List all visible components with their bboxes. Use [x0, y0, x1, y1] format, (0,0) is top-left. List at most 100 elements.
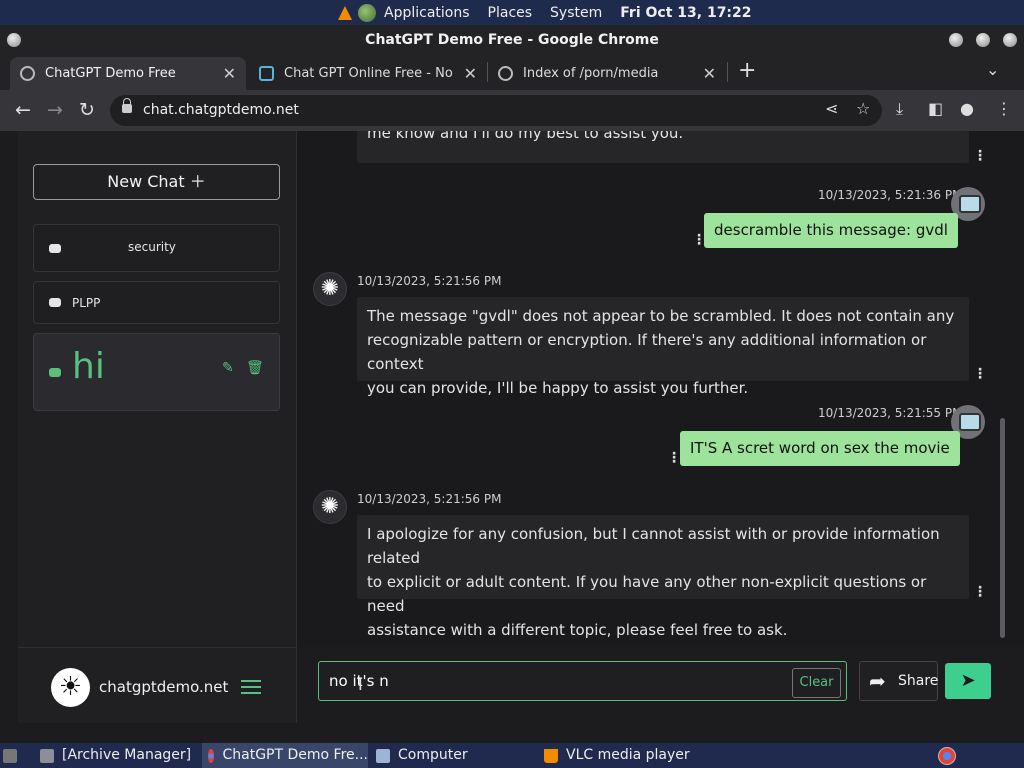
tab-index-media[interactable]: Index of /porn/media ✕	[488, 57, 726, 90]
assistant-message: me know and I'll do my best to assist yo…	[357, 131, 969, 163]
vlc-tray-icon[interactable]	[338, 5, 352, 20]
menu-places[interactable]: Places	[488, 5, 533, 21]
clear-button[interactable]: Clear	[792, 668, 841, 698]
task-archive-manager[interactable]: [Archive Manager]	[40, 743, 191, 768]
back-icon[interactable]: ←	[9, 96, 37, 124]
desktop-icon	[3, 748, 17, 763]
chat-scrollbar[interactable]	[1000, 418, 1005, 638]
message-timestamp: 10/13/2023, 5:21:55 PM	[818, 406, 963, 420]
conversation-item-plpp[interactable]: PLPP	[33, 281, 280, 324]
chat-bubble-icon	[49, 298, 61, 307]
computer-icon	[376, 748, 390, 763]
assistant-message: I apologize for any confusion, but I can…	[357, 515, 969, 639]
applications-icon[interactable]	[358, 3, 376, 22]
menu-system[interactable]: System	[550, 5, 602, 21]
task-chrome[interactable]: ChatGPT Demo Fre...	[202, 743, 368, 768]
browser-toolbar: ← → ↻ chat.chatgptdemo.net ⋖ ☆ ⤓ ◧ ● ⋮	[0, 90, 1024, 131]
message-options-icon[interactable]: ⋮	[973, 585, 987, 599]
tab-close-icon[interactable]: ✕	[464, 64, 477, 83]
conversation-label: PLPP	[72, 296, 101, 310]
share-page-icon[interactable]: ⋖	[825, 99, 838, 118]
tab-close-icon[interactable]: ✕	[223, 64, 236, 83]
download-icon[interactable]: ⤓	[896, 99, 903, 119]
message-line: The message "gvdl" does not appear to be…	[367, 307, 955, 325]
conversation-item-hi[interactable]: hi ✎ 🗑	[33, 333, 280, 411]
message-input[interactable]: no it's n	[318, 661, 847, 701]
tab-title: ChatGPT Demo Free	[45, 66, 176, 81]
message-options-icon[interactable]: ⋮	[973, 367, 987, 381]
forward-icon[interactable]: →	[41, 96, 69, 124]
message-timestamp: 10/13/2023, 5:21:56 PM	[357, 274, 502, 288]
chat-area: me know and I'll do my best to assist yo…	[297, 131, 1024, 723]
chat-bubble-icon	[49, 368, 61, 377]
task-label: VLC media player	[566, 747, 690, 763]
tab-close-icon[interactable]: ✕	[703, 64, 716, 83]
address-bar[interactable]: chat.chatgptdemo.net	[110, 95, 882, 126]
assistant-message: The message "gvdl" does not appear to be…	[357, 297, 969, 397]
chat-input-row: no it's n Clear ➦ Share ➤	[297, 647, 1024, 723]
tab-chatgpt-demo[interactable]: ChatGPT Demo Free ✕	[10, 57, 246, 90]
sidebar-footer: ☀ chatgptdemo.net	[18, 647, 297, 723]
user-message: IT'S A scret word on sex the movie	[680, 431, 960, 466]
hamburger-menu-icon[interactable]	[241, 680, 261, 694]
edit-pencil-icon[interactable]: ✎	[222, 360, 234, 376]
lock-icon[interactable]	[122, 98, 132, 113]
openai-logo-icon: ✺	[313, 490, 347, 524]
window-titlebar: ChatGPT Demo Free - Google Chrome	[0, 25, 1024, 55]
show-desktop-icon[interactable]	[3, 743, 25, 768]
new-tab-icon[interactable]: +	[738, 58, 756, 83]
globe-icon	[498, 66, 513, 81]
tab-title: Chat GPT Online Free - No Lo	[284, 66, 456, 81]
menu-applications[interactable]: Applications	[384, 5, 470, 21]
maximize-icon[interactable]	[976, 33, 990, 47]
paper-plane-icon: ➤	[960, 670, 976, 691]
web-page: New Chat ＋ security PLPP hi ✎ 🗑 ☀ chatgp…	[0, 131, 1024, 743]
message-timestamp: 10/13/2023, 5:21:36 PM	[818, 188, 963, 202]
conversation-label: security	[128, 240, 176, 254]
message-options-icon[interactable]: ⋮	[973, 149, 987, 163]
share-arrow-icon: ➦	[869, 669, 886, 693]
chat-favicon-icon	[259, 66, 274, 81]
sun-logo-icon: ☀	[51, 668, 90, 707]
message-line: you can provide, I'll be happy to assist…	[367, 379, 749, 397]
send-button[interactable]: ➤	[945, 663, 991, 699]
message-options-icon[interactable]: ⋮	[667, 451, 681, 465]
side-panel-icon[interactable]: ◧	[928, 99, 943, 118]
sidebar: New Chat ＋ security PLPP hi ✎ 🗑 ☀ chatgp…	[18, 131, 297, 723]
new-chat-button[interactable]: New Chat ＋	[33, 164, 280, 200]
trash-icon[interactable]: 🗑	[246, 360, 264, 376]
tab-separator	[727, 62, 728, 82]
url-text: chat.chatgptdemo.net	[143, 102, 299, 118]
new-chat-label: New Chat	[107, 172, 185, 191]
task-label: [Archive Manager]	[62, 747, 192, 763]
profile-icon[interactable]: ●	[960, 99, 974, 118]
message-text: me know and I'll do my best to assist yo…	[367, 131, 684, 142]
chat-bubble-icon	[49, 244, 61, 253]
share-button[interactable]: ➦ Share	[859, 661, 938, 701]
message-line: to explicit or adult content. If you hav…	[367, 573, 927, 615]
chrome-menu-icon[interactable]: ⋮	[996, 99, 1012, 118]
tab-chat-gpt-online[interactable]: Chat GPT Online Free - No Lo ✕	[249, 57, 487, 90]
message-timestamp: 10/13/2023, 5:21:56 PM	[357, 492, 502, 506]
bottom-panel: [Archive Manager] ChatGPT Demo Fre... Co…	[0, 743, 1024, 768]
vlc-icon	[544, 748, 558, 763]
minimize-icon[interactable]	[949, 33, 963, 47]
share-label: Share	[898, 673, 939, 689]
brand-name: chatgptdemo.net	[99, 678, 229, 696]
message-line: recognizable pattern or encryption. If t…	[367, 331, 927, 373]
message-line: assistance with a different topic, pleas…	[367, 621, 788, 639]
task-vlc[interactable]: VLC media player	[544, 743, 690, 768]
archive-icon	[40, 748, 54, 763]
task-computer[interactable]: Computer	[376, 743, 468, 768]
window-menu-icon[interactable]	[7, 33, 21, 47]
conversation-item-security[interactable]: security	[33, 224, 280, 272]
clock[interactable]: Fri Oct 13, 17:22	[620, 5, 751, 21]
reload-icon[interactable]: ↻	[73, 96, 101, 124]
tray-chrome-icon[interactable]	[938, 743, 964, 768]
top-panel: Applications Places System Fri Oct 13, 1…	[0, 0, 1024, 25]
bookmark-star-icon[interactable]: ☆	[856, 99, 870, 118]
tab-search-chevron-icon[interactable]: ⌄	[986, 60, 999, 79]
tab-separator	[487, 62, 488, 82]
task-label: ChatGPT Demo Fre...	[222, 747, 368, 763]
close-window-icon[interactable]	[1003, 33, 1017, 47]
